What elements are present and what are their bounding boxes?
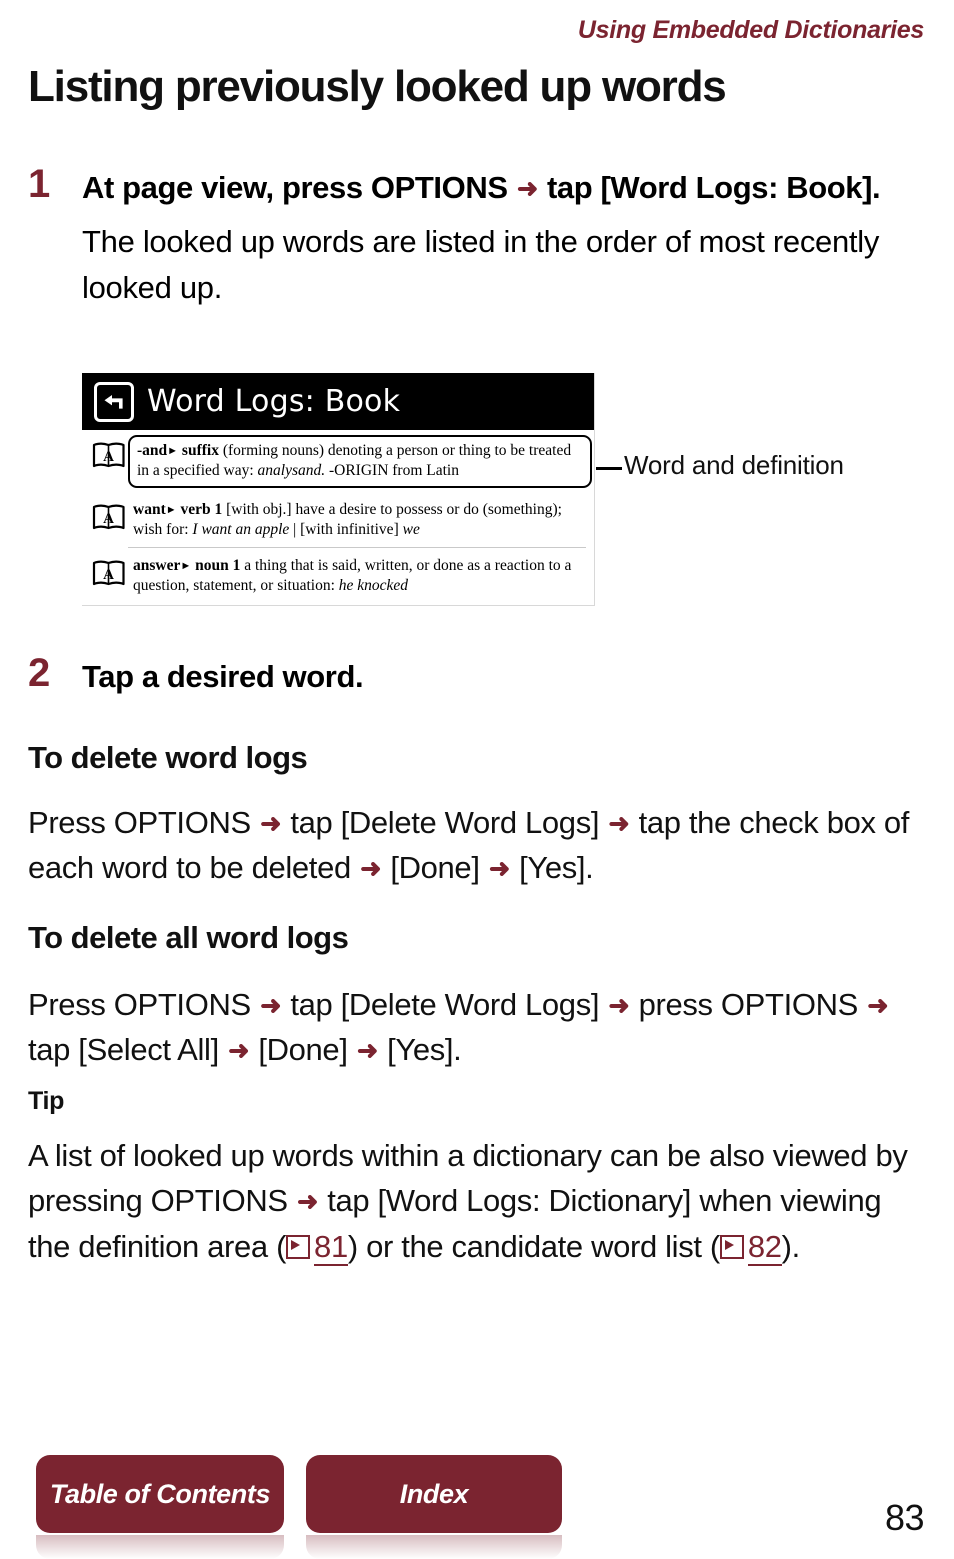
step-2-heading: Tap a desired word. xyxy=(82,659,364,694)
section-body-delete-word-logs: Press OPTIONS ➜ tap [Delete Word Logs] ➜… xyxy=(28,800,930,891)
arrow-icon: ➜ xyxy=(516,175,538,203)
entry-pos: noun xyxy=(195,556,229,574)
delete-part-4: [Done] xyxy=(390,850,480,886)
arrow-icon: ➜ xyxy=(488,855,510,884)
step-1-heading-part-1: At page view, press OPTIONS xyxy=(82,170,508,205)
step-1-heading-part-2: tap [Word Logs: Book]. xyxy=(546,170,881,205)
entry-example: he knocked xyxy=(338,576,409,594)
page-jump-icon xyxy=(286,1234,311,1259)
page-reference-number: 82 xyxy=(747,1228,782,1266)
entry-expand-icon: ► xyxy=(167,445,179,457)
svg-text:A: A xyxy=(103,449,114,465)
entry-expand-icon: ► xyxy=(180,559,192,572)
delete-part-5: [Yes]. xyxy=(519,850,594,886)
arrow-icon: ➜ xyxy=(608,810,630,838)
delete-all-part-3: press OPTIONS xyxy=(638,987,859,1022)
step-2-number: 2 xyxy=(28,651,51,695)
arrow-icon: ➜ xyxy=(260,992,282,1020)
tip-text-4: ). xyxy=(781,1228,801,1264)
entry-example: analysand. xyxy=(257,462,326,480)
word-log-entry-text: answer► noun 1 a thing that is said, wri… xyxy=(128,553,594,599)
entry-definition-2: | [with infinitive] xyxy=(289,521,403,539)
page-number: 83 xyxy=(884,1497,925,1538)
entry-example-2: we xyxy=(402,521,420,539)
tip-heading: Tip xyxy=(28,1087,65,1115)
running-header: Using Embedded Dictionaries xyxy=(577,16,924,44)
delete-all-part-6: [Yes]. xyxy=(387,1032,462,1068)
step-2-body: Tap a desired word. xyxy=(82,655,924,699)
section-heading-delete-word-logs: To delete word logs xyxy=(28,740,308,775)
arrow-icon: ➜ xyxy=(260,810,282,838)
word-log-entry[interactable]: A -and► suffix (forming nouns) denoting … xyxy=(82,430,594,492)
entry-headword: answer xyxy=(133,556,181,574)
arrow-icon: ➜ xyxy=(296,1188,318,1217)
section-heading-delete-all-word-logs: To delete all word logs xyxy=(28,920,349,955)
arrow-icon: ➜ xyxy=(608,992,630,1020)
index-button[interactable]: Index xyxy=(306,1455,562,1559)
page-jump-icon xyxy=(719,1234,744,1259)
entry-example: I want an apple xyxy=(192,521,290,539)
book-a-icon: A xyxy=(92,559,128,591)
entry-pos: verb xyxy=(180,501,211,519)
arrow-icon: ➜ xyxy=(360,855,382,884)
step-1-body: At page view, press OPTIONS ➜ tap [Word … xyxy=(82,166,924,310)
word-log-entry-text: -and► suffix (forming nouns) denoting a … xyxy=(128,435,592,489)
delete-all-part-1: Press OPTIONS xyxy=(28,987,251,1022)
device-title: Word Logs: Book xyxy=(147,384,401,419)
callout-label: Word and definition xyxy=(624,450,844,480)
page-reference-number: 81 xyxy=(314,1228,348,1266)
device-title-bar: Word Logs: Book xyxy=(82,373,594,430)
book-a-icon: A xyxy=(92,503,128,535)
svg-text:A: A xyxy=(103,567,114,583)
word-log-entry-text: want► verb 1 [with obj.] have a desire t… xyxy=(128,497,594,543)
delete-part-2: tap [Delete Word Logs] xyxy=(290,805,600,840)
step-1-number: 1 xyxy=(28,162,51,206)
callout-leader-line xyxy=(596,467,622,470)
svg-text:A: A xyxy=(103,511,114,527)
table-of-contents-button[interactable]: Table of Contents xyxy=(36,1455,284,1559)
book-a-icon: A xyxy=(92,441,128,473)
page-reference-82[interactable]: 82 xyxy=(719,1224,782,1269)
arrow-icon: ➜ xyxy=(867,992,889,1020)
back-arrow-icon[interactable] xyxy=(94,381,134,422)
device-screenshot: Word Logs: Book A -and► suffix (forming … xyxy=(82,373,595,606)
word-log-entry[interactable]: A answer► noun 1 a thing that is said, w… xyxy=(82,548,594,603)
delete-all-part-4: tap [Select All] xyxy=(28,1032,219,1068)
delete-all-part-2: tap [Delete Word Logs] xyxy=(290,987,600,1022)
entry-expand-icon: ► xyxy=(165,504,177,517)
entry-pos: suffix xyxy=(181,442,219,459)
step-2: 2 Tap a desired word. xyxy=(28,651,924,699)
arrow-icon: ➜ xyxy=(228,1037,250,1066)
entry-headword: -and xyxy=(137,442,168,459)
delete-part-1: Press OPTIONS xyxy=(28,805,251,840)
step-1-heading: At page view, press OPTIONS ➜ tap [Word … xyxy=(82,166,924,210)
step-1-description: The looked up words are listed in the or… xyxy=(82,224,880,305)
step-1: 1 At page view, press OPTIONS ➜ tap [Wor… xyxy=(28,162,924,310)
page-title: Listing previously looked up words xyxy=(28,62,727,111)
tip-text-3: ) or the candidate word list ( xyxy=(347,1228,720,1264)
arrow-icon: ➜ xyxy=(356,1037,378,1066)
entry-headword: want xyxy=(133,501,166,519)
entry-definition-2: -ORIGIN from Latin xyxy=(325,462,459,480)
tip-body: A list of looked up words within a dicti… xyxy=(28,1133,930,1269)
page-reference-81[interactable]: 81 xyxy=(286,1224,348,1269)
word-log-entry[interactable]: A want► verb 1 [with obj.] have a desire… xyxy=(82,492,594,548)
delete-all-part-5: [Done] xyxy=(258,1032,348,1068)
section-body-delete-all-word-logs: Press OPTIONS ➜ tap [Delete Word Logs] ➜… xyxy=(28,982,930,1073)
